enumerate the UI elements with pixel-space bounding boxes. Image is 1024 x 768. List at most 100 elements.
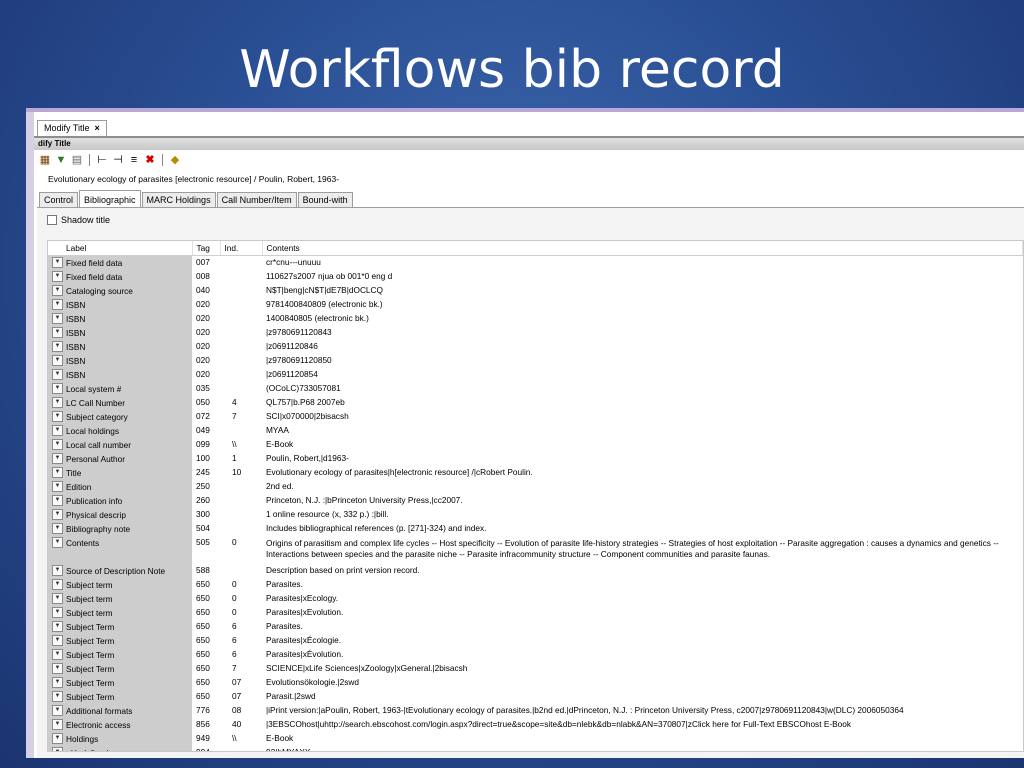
save-record-icon[interactable]: ▦ (38, 153, 52, 167)
field-indicator[interactable]: 6 (220, 620, 262, 634)
tab-bound-with[interactable]: Bound-with (297, 192, 353, 208)
table-row[interactable]: ▼ LC Call Number 050 4 QL757|b.P68 2007eb (48, 396, 1023, 410)
chevron-down-icon[interactable]: ▼ (52, 495, 63, 506)
insert-field-after-icon[interactable]: ⊣ (111, 153, 125, 167)
field-tag[interactable]: 072 (192, 410, 220, 424)
field-contents[interactable]: 1 online resource (x, 332 p.) :|bill. (262, 508, 1023, 522)
field-tag[interactable]: 650 (192, 690, 220, 704)
table-row[interactable]: ▼ Subject Term 650 6 Parasites|xÉcologie. (48, 634, 1023, 648)
field-indicator[interactable]: 40 (220, 718, 262, 732)
field-contents[interactable]: (OCoLC)733057081 (262, 382, 1023, 396)
field-label-cell[interactable]: ▼ ISBN (48, 368, 192, 382)
field-tag[interactable]: 008 (192, 270, 220, 284)
chevron-down-icon[interactable]: ▼ (52, 327, 63, 338)
table-row[interactable]: ▼ Cataloging source 040 N$T|beng|cN$T|dE7B|… (48, 284, 1023, 298)
field-tag[interactable]: 588 (192, 564, 220, 578)
field-indicator[interactable]: 0 (220, 578, 262, 592)
chevron-down-icon[interactable]: ▼ (52, 691, 63, 702)
save-icon[interactable]: ▼ (54, 153, 68, 167)
chevron-down-icon[interactable]: ▼ (52, 383, 63, 394)
field-label-cell[interactable]: ▼ Subject Term (48, 676, 192, 690)
field-tag[interactable]: 300 (192, 508, 220, 522)
field-contents[interactable]: Parasit.|2swd (262, 690, 1023, 704)
close-icon[interactable]: × (95, 123, 100, 133)
modify-title-tab[interactable]: Modify Title × (37, 120, 107, 137)
column-header-contents[interactable]: Contents (262, 241, 1023, 256)
table-row[interactable]: ▼ Subject Term 650 07 Evolutionsökologie.|2s… (48, 676, 1023, 690)
field-label-cell[interactable]: ▼ Subject Term (48, 634, 192, 648)
shadow-title-checkbox[interactable] (47, 215, 57, 225)
field-label-cell[interactable]: ▼ Fixed field data (48, 255, 192, 270)
table-row[interactable]: ▼ Physical descrip 300 1 online resource (x… (48, 508, 1023, 522)
print-icon[interactable]: ▤ (70, 153, 84, 167)
field-contents[interactable]: cr*cnu---unuuu (262, 256, 1023, 271)
field-label-cell[interactable]: ▼ Additional formats (48, 704, 192, 718)
field-label-cell[interactable]: ▼ Subject Term (48, 648, 192, 662)
field-label-cell[interactable]: ▼ Bibliography note (48, 522, 192, 536)
field-label-cell[interactable]: ▼ Holdings (48, 732, 192, 746)
column-header-tag[interactable]: Tag (192, 241, 221, 256)
table-row[interactable]: ▼ Subject category 072 7 SCI|x070000|2bisacs… (48, 410, 1023, 424)
field-tag[interactable]: 100 (192, 452, 220, 466)
field-indicator[interactable]: 07 (220, 690, 262, 704)
table-row[interactable]: ▼ Source of Description Note 588 Descriptio… (48, 564, 1023, 578)
field-indicator[interactable]: 0 (220, 592, 262, 606)
tab-marc-holdings[interactable]: MARC Holdings (141, 192, 216, 208)
field-contents[interactable]: SCIENCE|xLife Sciences|xZoology|xGeneral… (262, 662, 1023, 676)
field-indicator[interactable] (220, 284, 262, 298)
chevron-down-icon[interactable]: ▼ (52, 635, 63, 646)
field-tag[interactable]: 949 (192, 732, 220, 746)
field-tag[interactable]: 650 (192, 634, 220, 648)
chevron-down-icon[interactable]: ▼ (52, 299, 63, 310)
chevron-down-icon[interactable]: ▼ (52, 271, 63, 282)
field-contents[interactable]: |z0691120846 (262, 340, 1023, 354)
field-label-cell[interactable]: ▼ Edition (48, 480, 192, 494)
field-label-cell[interactable]: ▼ Fixed field data (48, 270, 192, 284)
chevron-down-icon[interactable]: ▼ (52, 411, 63, 422)
field-indicator[interactable] (220, 382, 262, 396)
field-contents[interactable]: Parasites|xEcology. (262, 592, 1023, 606)
table-row[interactable]: ▼ Personal Author 100 1 Poulin, Robert,|d196… (48, 452, 1023, 466)
field-contents[interactable]: |3EBSCOhost|uhttp://search.ebscohost.com… (262, 718, 1023, 732)
table-row[interactable]: ▼ Holdings 949 \\ E-Book (48, 732, 1023, 746)
field-tag[interactable]: 099 (192, 438, 220, 452)
field-label-cell[interactable]: ▼ Subject term (48, 578, 192, 592)
table-row[interactable]: ▼<Undefined>99492|bMYAXX (48, 746, 1023, 751)
field-indicator[interactable]: 1 (220, 452, 262, 466)
field-tag[interactable]: 035 (192, 382, 220, 396)
field-contents[interactable]: Evolutionary ecology of parasites|h[elec… (262, 466, 1023, 480)
field-label-cell[interactable]: ▼ Local holdings (48, 424, 192, 438)
field-tag[interactable]: 049 (192, 424, 220, 438)
delete-field-icon[interactable]: ✖ (143, 153, 157, 167)
field-tag[interactable]: 020 (192, 354, 220, 368)
shadow-title-option[interactable]: Shadow title (47, 215, 110, 225)
field-label-cell[interactable]: ▼ ISBN (48, 354, 192, 368)
field-indicator[interactable] (220, 564, 262, 578)
chevron-down-icon[interactable]: ▼ (52, 565, 63, 576)
field-indicator[interactable]: 6 (220, 634, 262, 648)
field-tag[interactable]: 650 (192, 606, 220, 620)
field-tag[interactable]: 260 (192, 494, 220, 508)
table-row[interactable]: ▼ ISBN 020 |z9780691120843 (48, 326, 1023, 340)
table-row[interactable]: ▼ Subject Term 650 07 Parasit.|2swd (48, 690, 1023, 704)
table-row[interactable]: ▼ Edition 250 2nd ed. (48, 480, 1023, 494)
field-tag[interactable]: 020 (192, 368, 220, 382)
field-indicator[interactable] (220, 340, 262, 354)
chevron-down-icon[interactable]: ▼ (52, 621, 63, 632)
table-row[interactable]: ▼ Local system #035 (OCoLC)733057081 (48, 382, 1023, 396)
field-label-cell[interactable]: ▼ Subject Term (48, 620, 192, 634)
field-contents[interactable]: E-Book (262, 438, 1023, 452)
field-contents[interactable]: N$T|beng|cN$T|dE7B|dOCLCQ (262, 284, 1023, 298)
table-row[interactable]: ▼ Bibliography note 504 Includes bibliograp… (48, 522, 1023, 536)
field-contents[interactable]: Parasites|xÉcologie. (262, 634, 1023, 648)
field-tag[interactable]: 650 (192, 648, 220, 662)
field-label-cell[interactable]: ▼ Contents (48, 536, 192, 564)
field-label-cell[interactable]: ▼ Local call number (48, 438, 192, 452)
field-contents[interactable]: |z0691120854 (262, 368, 1023, 382)
chevron-down-icon[interactable]: ▼ (52, 397, 63, 408)
field-label-cell[interactable]: ▼ ISBN (48, 312, 192, 326)
field-label-cell[interactable]: ▼ Cataloging source (48, 284, 192, 298)
field-contents[interactable]: Evolutionsökologie.|2swd (262, 676, 1023, 690)
field-tag[interactable]: 776 (192, 704, 220, 718)
field-indicator[interactable]: 7 (220, 410, 262, 424)
